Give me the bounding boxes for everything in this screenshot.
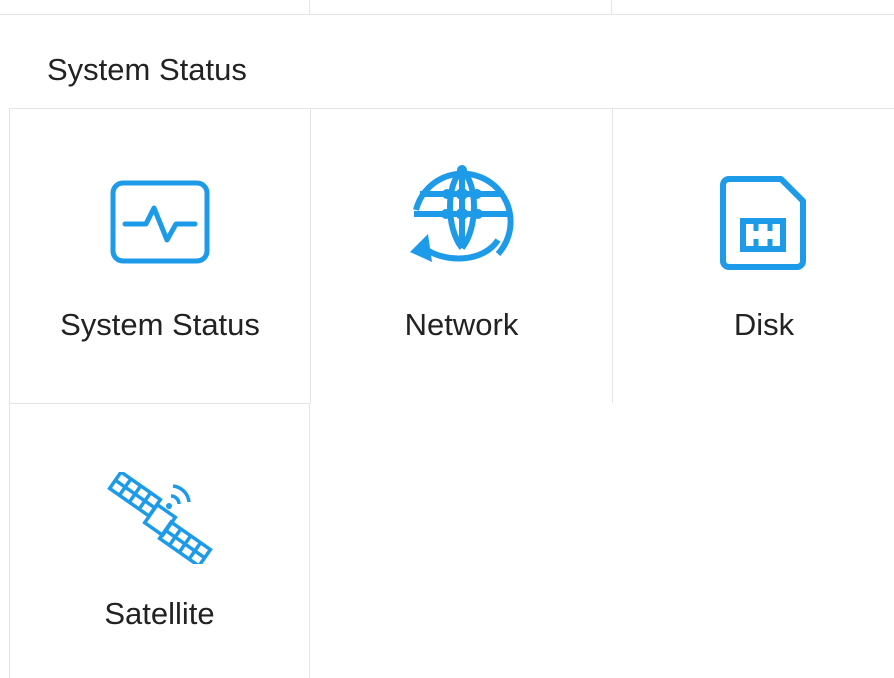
tile-label: System Status [60, 307, 260, 342]
previous-section-grid-edge [0, 0, 894, 15]
sd-card-icon [720, 176, 806, 270]
tile-satellite[interactable]: Satellite [9, 403, 310, 678]
network-globe-icon [409, 165, 514, 262]
tile-label: Satellite [104, 596, 215, 631]
tile-disk[interactable]: Disk [612, 108, 894, 403]
activity-monitor-icon [110, 180, 210, 264]
status-tile-grid: System Status Network Disk Satellite [9, 108, 894, 678]
section-title: System Status [47, 52, 247, 87]
tile-system-status[interactable]: System Status [9, 108, 310, 403]
tile-network[interactable]: Network [310, 108, 612, 403]
tile-label: Network [404, 307, 519, 342]
satellite-icon [106, 472, 213, 564]
tile-label: Disk [733, 307, 795, 342]
system-status-page: System Status System Status Network Disk… [0, 0, 894, 678]
